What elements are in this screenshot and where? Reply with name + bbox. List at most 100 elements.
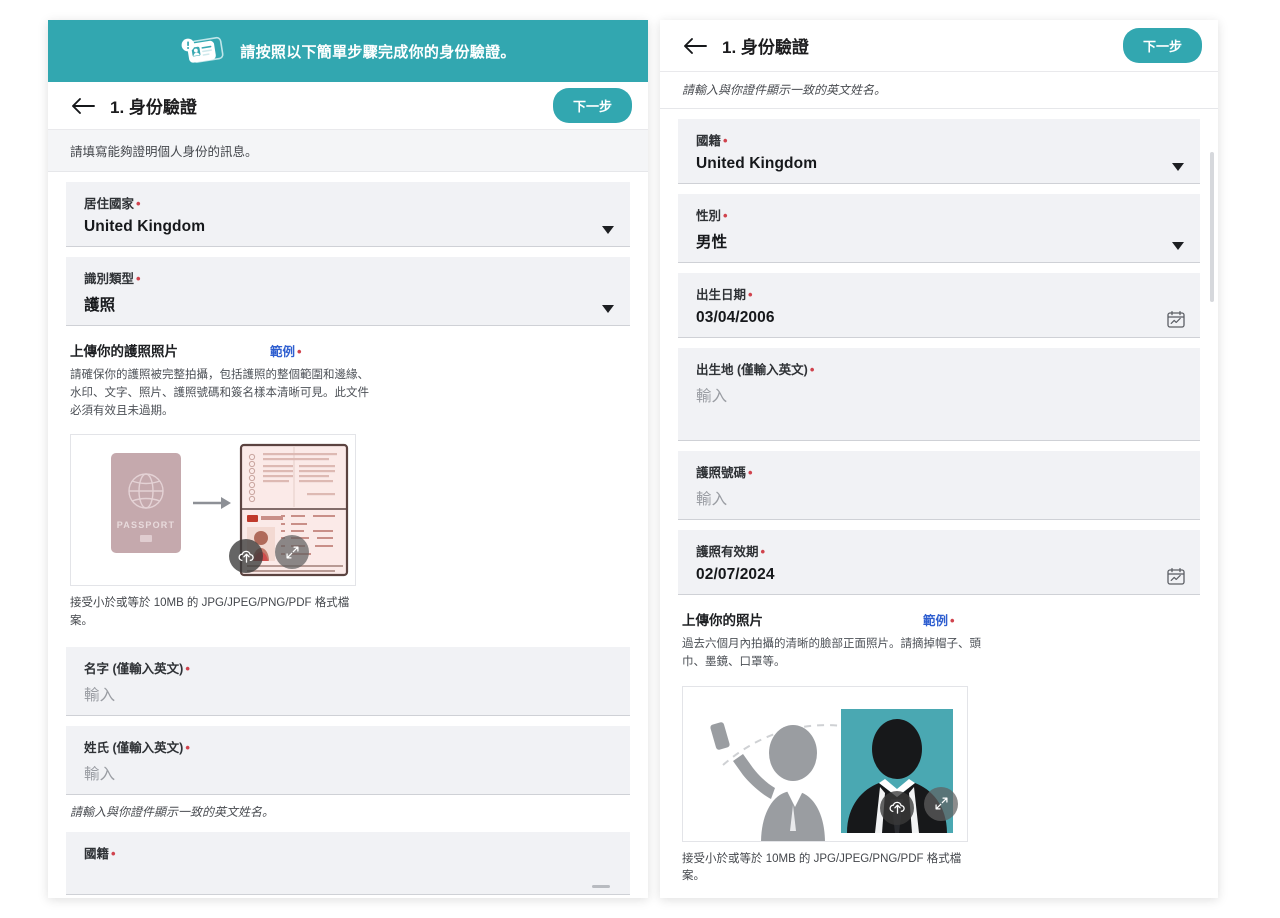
left-name-hint: 請輸入與你證件顯示一致的英文姓名。 xyxy=(48,795,648,831)
field-last-name[interactable]: 姓氏 (僅輸入英文) • 輸入 xyxy=(66,726,630,796)
field-value: 02/07/2024 xyxy=(696,566,775,583)
sample-label: 範例 xyxy=(270,345,296,359)
left-scroll-body[interactable]: 居住國家 • United Kingdom 識別類型 • 護照 上傳你的護照照片 範… xyxy=(48,172,648,898)
field-label: 居住國家 • xyxy=(84,193,612,212)
selfie-file-note: 接受小於或等於 10MB 的 JPG/JPEG/PNG/PDF 格式檔案。 xyxy=(682,852,962,883)
field-label: 護照號碼 • xyxy=(696,462,1182,481)
passport-illustration[interactable]: PASSPORT xyxy=(70,434,356,587)
field-passport-expiry[interactable]: 護照有效期 • 02/07/2024 xyxy=(678,530,1200,595)
banner-text: 請按照以下簡單步驟完成你的身份驗證。 xyxy=(240,43,516,61)
selfie-upload-description: 過去六個月內拍攝的清晰的臉部正面照片。請摘掉帽子、頭巾、墨鏡、口罩等。 xyxy=(682,638,981,668)
required-marker: • xyxy=(111,846,116,862)
right-scroll-body[interactable]: 國籍 • United Kingdom 性別 • 男性 出生日期 • 03/04/20… xyxy=(660,109,1218,898)
field-value: 男性 xyxy=(696,234,728,251)
selfie-sample-link[interactable]: 範例 • xyxy=(923,610,955,629)
label-text: 出生地 (僅輸入英文) xyxy=(696,363,808,377)
required-marker: • xyxy=(723,208,728,223)
passport-upload-description: 請確保你的護照被完整拍攝，包括護照的整個範圍和邊緣、水印、文字、照片、護照號碼和… xyxy=(70,369,369,417)
calendar-icon[interactable] xyxy=(1166,566,1186,586)
required-marker: • xyxy=(136,271,141,286)
field-label: 姓氏 (僅輸入英文) • xyxy=(84,737,612,756)
field-label: 出生日期 • xyxy=(696,284,1182,303)
left-verification-panel: 請按照以下簡單步驟完成你的身份驗證。 1. 身份驗證 下一步 請填寫能夠證明個人… xyxy=(48,20,648,898)
field-date-of-birth[interactable]: 出生日期 • 03/04/2006 xyxy=(678,273,1200,338)
label-text: 姓氏 (僅輸入英文) xyxy=(84,741,184,756)
field-id-type[interactable]: 識別類型 • 護照 xyxy=(66,257,630,326)
label-text: 護照有效期 xyxy=(696,545,759,559)
field-label: 名字 (僅輸入英文) • xyxy=(84,658,612,677)
field-label: 性別 • xyxy=(696,205,1182,224)
label-text: 國籍 xyxy=(696,134,722,148)
label-text: 名字 (僅輸入英文) xyxy=(84,662,184,677)
required-marker: • xyxy=(723,133,728,148)
field-value: 護照 xyxy=(84,297,116,314)
verification-banner: 請按照以下簡單步驟完成你的身份驗證。 xyxy=(48,20,648,82)
selfie-illustration[interactable] xyxy=(682,685,968,842)
label-text: 國籍 xyxy=(84,847,110,862)
right-step-header: 1. 身份驗證 下一步 xyxy=(660,20,1218,72)
right-next-button[interactable]: 下一步 xyxy=(1122,28,1202,63)
passport-sample-link[interactable]: 範例 • xyxy=(270,341,302,360)
label-text: 居住國家 xyxy=(84,197,135,211)
field-passport-number[interactable]: 護照號碼 • 輸入 xyxy=(678,451,1200,520)
calendar-icon[interactable] xyxy=(1166,309,1186,329)
field-placeholder: 輸入 xyxy=(696,491,728,508)
screenshot-root: 請按照以下簡單步驟完成你的身份驗證。 1. 身份驗證 下一步 請填寫能夠證明個人… xyxy=(0,0,1280,918)
required-marker: • xyxy=(950,613,955,628)
right-scrollbar-thumb[interactable] xyxy=(1210,152,1214,302)
expand-arrows-icon[interactable] xyxy=(924,786,958,821)
field-value: United Kingdom xyxy=(696,155,818,172)
left-next-button[interactable]: 下一步 xyxy=(552,88,632,123)
passport-file-note: 接受小於或等於 10MB 的 JPG/JPEG/PNG/PDF 格式檔案。 xyxy=(70,597,350,628)
back-arrow-icon[interactable] xyxy=(70,96,96,116)
field-label: 識別類型 • xyxy=(84,268,612,287)
chevron-down-icon[interactable] xyxy=(1172,163,1184,171)
required-marker: • xyxy=(297,344,302,359)
required-marker: • xyxy=(185,740,190,756)
field-label: 出生地 (僅輸入英文) • xyxy=(696,359,1182,378)
label-text: 性別 xyxy=(696,209,722,223)
chevron-down-icon[interactable] xyxy=(602,226,614,234)
chevron-down-icon[interactable] xyxy=(1172,242,1184,250)
field-value: United Kingdom xyxy=(84,218,206,235)
passport-upload-title: 上傳你的護照照片 xyxy=(70,344,178,359)
label-text: 出生日期 xyxy=(696,288,747,302)
field-nationality[interactable]: 國籍 • United Kingdom xyxy=(678,119,1200,184)
right-scrollbar-track[interactable] xyxy=(1210,82,1216,894)
selfie-upload-header: 上傳你的照片 範例 • xyxy=(682,609,1196,629)
field-country-of-residence[interactable]: 居住國家 • United Kingdom xyxy=(66,182,630,247)
required-marker: • xyxy=(748,287,753,302)
right-page-title: 1. 身份驗證 xyxy=(722,38,809,57)
required-marker: • xyxy=(185,661,190,677)
label-text: 識別類型 xyxy=(84,272,135,286)
field-label: 國籍 • xyxy=(696,130,1182,149)
field-first-name[interactable]: 名字 (僅輸入英文) • 輸入 xyxy=(66,647,630,717)
scroll-indicator xyxy=(592,885,610,889)
passport-upload-header: 上傳你的護照照片 範例 • xyxy=(70,340,626,360)
field-placeholder: 輸入 xyxy=(84,766,116,784)
sample-label: 範例 xyxy=(923,614,949,628)
selfie-upload-title: 上傳你的照片 xyxy=(682,613,763,628)
left-notice-text: 請填寫能夠證明個人身份的訊息。 xyxy=(48,130,648,172)
left-page-title: 1. 身份驗證 xyxy=(110,98,197,117)
cloud-upload-icon[interactable] xyxy=(880,790,914,825)
required-marker: • xyxy=(748,465,753,480)
required-marker: • xyxy=(760,544,766,559)
id-card-alert-icon xyxy=(180,34,226,68)
field-placeholder: 輸入 xyxy=(84,687,116,705)
required-marker: • xyxy=(136,196,141,211)
selfie-upload-section: 上傳你的照片 範例 • 過去六個月內拍攝的清晰的臉部正面照片。請摘掉帽子、頭巾、墨… xyxy=(660,595,1218,887)
field-nationality[interactable]: 國籍 • xyxy=(66,832,630,896)
back-arrow-icon[interactable] xyxy=(682,36,708,56)
field-gender[interactable]: 性別 • 男性 xyxy=(678,194,1200,263)
field-label: 國籍 • xyxy=(84,843,612,862)
right-verification-panel: 1. 身份驗證 下一步 請輸入與你證件顯示一致的英文姓名。 國籍 • United… xyxy=(660,20,1218,898)
chevron-down-icon[interactable] xyxy=(602,305,614,313)
field-label: 護照有效期 • xyxy=(696,541,1182,560)
field-value: 03/04/2006 xyxy=(696,309,775,326)
field-place-of-birth[interactable]: 出生地 (僅輸入英文) • 輸入 xyxy=(678,348,1200,441)
field-placeholder: 輸入 xyxy=(696,388,728,405)
label-text: 護照號碼 xyxy=(696,466,747,480)
left-step-header: 1. 身份驗證 下一步 xyxy=(48,82,648,130)
right-name-hint: 請輸入與你證件顯示一致的英文姓名。 xyxy=(660,72,1218,109)
